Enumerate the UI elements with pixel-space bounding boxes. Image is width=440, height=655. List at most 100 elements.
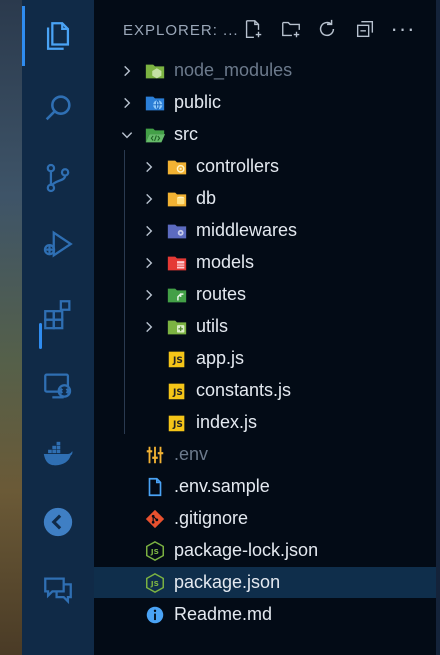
tree-item-models[interactable]: models bbox=[94, 247, 436, 278]
chevron-right-icon bbox=[142, 288, 156, 302]
tree-item-label: utils bbox=[196, 316, 229, 336]
files-icon bbox=[46, 22, 70, 50]
tree-item-label: models bbox=[196, 252, 255, 272]
remote-explorer-icon bbox=[44, 373, 72, 399]
tree-item-node-modules[interactable]: node_modules bbox=[94, 55, 436, 86]
js-badge: JS bbox=[173, 355, 183, 366]
collapse-all-button[interactable] bbox=[352, 16, 378, 42]
chat-activity[interactable] bbox=[22, 560, 94, 620]
tree-item-readme-md[interactable]: Readme.md bbox=[94, 599, 436, 630]
nodejs-icon: JS bbox=[144, 540, 166, 562]
explorer-title: EXPLORER: ... bbox=[123, 22, 239, 39]
chevron-right-icon bbox=[120, 64, 134, 78]
svg-text:JS: JS bbox=[150, 579, 159, 588]
tree-item-label: node_modules bbox=[174, 60, 293, 80]
tree-item-package-json[interactable]: JS package.json bbox=[94, 567, 436, 598]
git-icon bbox=[144, 508, 166, 530]
tree-item-gitignore[interactable]: .gitignore bbox=[94, 503, 436, 534]
remote-activity[interactable] bbox=[22, 492, 94, 552]
controllers-folder-icon bbox=[166, 156, 188, 178]
db-folder-icon bbox=[166, 188, 188, 210]
node-folder-icon bbox=[144, 60, 166, 82]
ellipsis-icon: ··· bbox=[390, 16, 416, 41]
js-badge: JS bbox=[173, 387, 183, 398]
src-folder-open-icon bbox=[144, 124, 166, 146]
new-file-icon bbox=[245, 20, 262, 38]
activity-bar bbox=[22, 0, 95, 655]
refresh-button[interactable] bbox=[314, 16, 340, 42]
tree-item-constants-js[interactable]: JS constants.js bbox=[94, 375, 436, 406]
tree-item-index-js[interactable]: JS index.js bbox=[94, 407, 436, 438]
public-folder-icon bbox=[144, 92, 166, 114]
explorer-sidebar: EXPLORER: ... ··· node_modules public sr… bbox=[94, 0, 440, 655]
sidebar-scroll-track bbox=[436, 0, 440, 655]
tree-item-label: public bbox=[174, 92, 222, 112]
new-folder-icon bbox=[282, 21, 300, 38]
desktop-wallpaper bbox=[0, 0, 22, 655]
tree-item-label: .env.sample bbox=[174, 476, 270, 496]
tree-item-utils[interactable]: utils bbox=[94, 311, 436, 342]
tree-item-public[interactable]: public bbox=[94, 87, 436, 118]
more-actions-button[interactable]: ··· bbox=[390, 16, 416, 42]
tree-item-db[interactable]: db bbox=[94, 183, 436, 214]
tree-item-label: Readme.md bbox=[174, 604, 273, 624]
js-file-icon: JS bbox=[166, 412, 188, 434]
docker-icon bbox=[43, 441, 73, 466]
js-file-icon: JS bbox=[166, 348, 188, 370]
refresh-icon bbox=[319, 19, 335, 37]
chevron-right-icon bbox=[142, 320, 156, 334]
tree-item-middlewares[interactable]: middlewares bbox=[94, 215, 436, 246]
js-badge: JS bbox=[173, 419, 183, 430]
tree-item-label: routes bbox=[196, 284, 247, 304]
js-file-icon: JS bbox=[166, 380, 188, 402]
routes-folder-icon bbox=[166, 284, 188, 306]
chevron-down-icon bbox=[120, 128, 134, 142]
vscode-window: EXPLORER: ... ··· node_modules public sr… bbox=[0, 0, 440, 655]
tree-item-label: .gitignore bbox=[174, 508, 249, 528]
utils-folder-icon bbox=[166, 316, 188, 338]
chevron-right-icon bbox=[142, 192, 156, 206]
chat-icon bbox=[44, 577, 72, 605]
tree-item-label: db bbox=[196, 188, 217, 208]
tree-item-label: package.json bbox=[174, 572, 281, 592]
search-icon bbox=[45, 95, 71, 121]
tree-item-app-js[interactable]: JS app.js bbox=[94, 343, 436, 374]
file-icon bbox=[144, 476, 166, 498]
chevron-right-icon bbox=[142, 224, 156, 238]
new-folder-button[interactable] bbox=[278, 16, 304, 42]
nodejs-icon: JS bbox=[144, 572, 166, 594]
remote-icon bbox=[43, 507, 73, 537]
tree-item-src[interactable]: src bbox=[94, 119, 436, 150]
search-activity[interactable] bbox=[22, 78, 94, 138]
tree-item-controllers[interactable]: controllers bbox=[94, 151, 436, 182]
tree-item-label: app.js bbox=[196, 348, 245, 368]
source-control-activity[interactable] bbox=[22, 148, 94, 208]
collapse-all-icon bbox=[356, 20, 374, 38]
run-debug-icon bbox=[43, 230, 73, 258]
remote-explorer-activity[interactable] bbox=[22, 356, 94, 416]
extensions-icon bbox=[44, 300, 71, 330]
models-folder-icon bbox=[166, 252, 188, 274]
svg-text:JS: JS bbox=[150, 547, 159, 556]
explorer-header: EXPLORER: ... ··· bbox=[94, 0, 440, 62]
tree-item-label: constants.js bbox=[196, 380, 292, 400]
tree-item-package-lock-json[interactable]: JS package-lock.json bbox=[94, 535, 436, 566]
docker-activity[interactable] bbox=[22, 424, 94, 484]
tree-item-label: package-lock.json bbox=[174, 540, 319, 560]
info-icon bbox=[144, 604, 166, 626]
tree-item-label: middlewares bbox=[196, 220, 298, 240]
tree-item-label: controllers bbox=[196, 156, 280, 176]
run-debug-activity[interactable] bbox=[22, 214, 94, 274]
chevron-right-icon bbox=[142, 160, 156, 174]
tree-item-label: .env bbox=[174, 444, 209, 464]
new-file-button[interactable] bbox=[240, 16, 266, 42]
env-settings-icon bbox=[144, 444, 166, 466]
tree-item-label: index.js bbox=[196, 412, 258, 432]
chevron-right-icon bbox=[142, 256, 156, 270]
tree-item-routes[interactable]: routes bbox=[94, 279, 436, 310]
extensions-activity[interactable] bbox=[22, 284, 94, 344]
explorer-activity[interactable] bbox=[22, 6, 94, 66]
tree-item-env[interactable]: .env bbox=[94, 439, 436, 470]
tree-item-env-sample[interactable]: .env.sample bbox=[94, 471, 436, 502]
chevron-right-icon bbox=[120, 96, 134, 110]
